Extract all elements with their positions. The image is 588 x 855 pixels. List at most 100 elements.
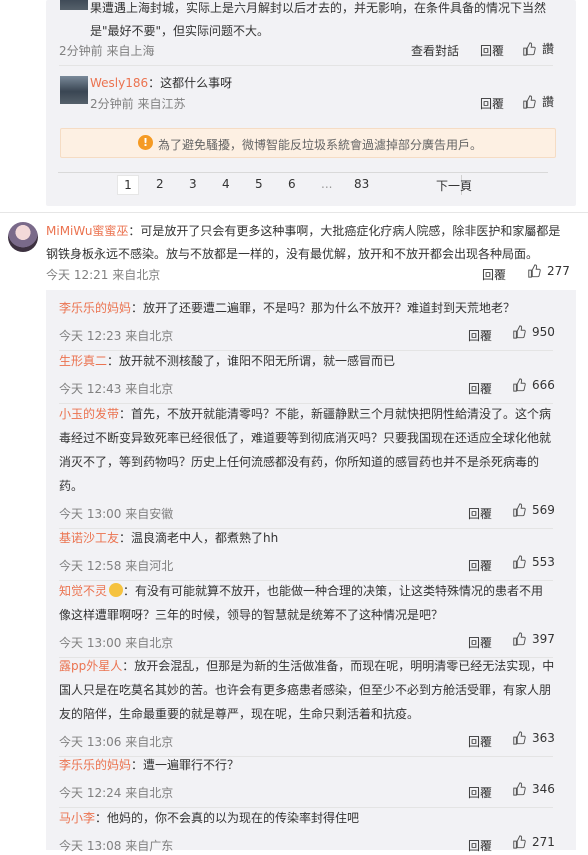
like-button[interactable]: 666 [512,378,555,392]
avatar[interactable] [8,222,38,252]
user-name-link[interactable]: MiMiWu蜜蜜巫 [46,224,128,238]
sub-reply-content: ：这都什么事呀 [148,76,233,90]
thumbs-up-icon [513,632,526,646]
reply-content: ：有没有可能就算不放开，也能做一种合理的决策，让这类特殊情况的患者不用 [123,584,544,598]
avatar[interactable] [60,0,88,10]
reply-actions: 今天 12:58 来自河北 回覆 553 [59,555,555,575]
user-name-link[interactable]: Wesly186 [90,76,148,90]
reply-button[interactable]: 回覆 [468,505,492,522]
reply-meta: 今天 13:06 来自北京 [59,735,174,749]
reply-actions: 今天 13:00 来自北京 回覆 397 [59,632,555,652]
like-button[interactable]: 950 [512,325,555,339]
user-name-link[interactable]: 知觉不灵 [59,584,107,598]
like-button[interactable]: 553 [512,555,555,569]
user-name-link[interactable]: 露pp外星人 [59,659,122,673]
reply-text: 马小李：他妈的，你不会真的以为现在的传染率封得住吧 [59,806,559,830]
notice-text: 為了避免騷擾，微博智能反垃圾系統會過濾掉部分廣告用戶。 [158,138,483,152]
reply-button[interactable]: 回覆 [468,327,492,344]
reply-content: 友的陪伴，生命最重要的就是尊严，现在呢，生命只剩活着和抗疫。 [59,707,420,721]
thumbs-up-icon [513,378,526,392]
reply-button[interactable]: 回覆 [468,557,492,574]
main-comment-line-1: MiMiWu蜜蜜巫：可是放开了只会有更多这种事啊，大批癌症化疗病人院感，除非医护… [46,222,560,239]
user-name-link[interactable]: 基诺沙工友 [59,531,119,545]
reply-text: 李乐乐的妈妈：遭一遍罪行不行？ [59,753,559,777]
reply-meta: 今天 13:00 来自北京 [59,636,174,650]
reply-text: 李乐乐的妈妈：放开了还要遭二遍罪，不是吗？那为什么不放开？难道封到天荒地老？ [59,296,559,320]
like-button[interactable]: 363 [512,731,555,745]
reply-text: 小玉的发带：首先，不放开就能清零吗？不能，新疆静默三个月就快把阴性給清没了。这个… [59,402,559,498]
reply-button[interactable]: 回覆 [468,784,492,801]
reply-content: ：放开就不测核酸了，谁阳不阳无所谓，就一感冒而已 [107,354,396,368]
like-count: 950 [532,325,555,339]
emoji-icon [109,583,124,597]
reply-actions: 今天 12:23 来自北京 回覆 950 [59,325,555,345]
page-4[interactable]: 4 [222,177,230,191]
thumbs-up-icon [513,325,526,339]
user-name-link[interactable]: 生形真二 [59,354,107,368]
thumbs-up-icon [513,731,526,745]
like-button[interactable]: 346 [512,782,555,796]
reply-text: 露pp外星人：放开会混乱，但那是为新的生活做准备，而现在呢，明明清零已经无法实现… [59,654,559,726]
reply-content: ：放开了还要遭二遍罪，不是吗？那为什么不放开？难道封到天荒地老？ [131,301,516,315]
reply-text: 基诺沙工友：温良滴老中人，都煮熟了hh [59,526,559,550]
view-dialog-link[interactable]: 查看對話 [411,42,459,59]
page-ellipsis: ... [321,177,333,191]
thumbs-up-icon [523,41,536,56]
like-label: 讚 [542,42,555,56]
thumbs-up-icon [513,782,526,796]
reply-content: 像这样遭罪啊呀？三年的时候，领导的智慧就是统筹不了这种情况是吧？ [59,608,444,622]
page-1[interactable]: 1 [117,175,139,195]
like-button[interactable]: 271 [512,835,555,849]
page-2[interactable]: 2 [156,177,164,191]
reply-button[interactable]: 回覆 [468,837,492,854]
user-name-link[interactable]: 李乐乐的妈妈 [59,301,131,315]
pagination: 1 2 3 4 5 6 ... 83 下一頁 [58,172,548,197]
like-count: 666 [532,378,555,392]
reply-meta: 今天 12:24 来自北京 [59,786,174,800]
reply-button[interactable]: 回覆 [482,266,506,283]
reply-actions: 今天 12:24 来自北京 回覆 346 [59,782,555,802]
main-comment-meta: 今天 12:21 来自北京 [46,268,161,282]
like-count: 569 [532,503,555,517]
top-comment-meta: 2分钟前 来自上海 [59,44,155,58]
like-button[interactable]: 讚 [522,40,554,57]
page-83[interactable]: 83 [354,177,369,191]
spam-filter-notice: ! 為了避免騷擾，微博智能反垃圾系統會過濾掉部分廣告用戶。 [60,128,556,158]
top-comment-text-2: 是"最好不要"，但实际问题不大。 [90,24,270,38]
reply-meta: 今天 12:43 来自北京 [59,382,174,396]
divider [0,212,588,213]
like-button[interactable]: 397 [512,632,555,646]
reply-text: 知觉不灵 ：有没有可能就算不放开，也能做一种合理的决策，让这类特殊情况的患者不用像… [59,579,559,627]
reply-meta: 今天 13:08 来自广东 [59,839,174,853]
like-button[interactable]: 277 [527,264,570,278]
like-count: 553 [532,555,555,569]
like-button[interactable]: 569 [512,503,555,517]
page-6[interactable]: 6 [288,177,296,191]
reply-button[interactable]: 回覆 [480,95,504,112]
user-name-link[interactable]: 马小李 [59,811,95,825]
reply-button[interactable]: 回覆 [480,42,504,59]
user-name-link[interactable]: 小玉的发带 [59,407,119,421]
next-page-button[interactable]: 下一頁 [436,177,472,194]
main-comment-text: ：可是放开了只会有更多这种事啊，大批癌症化疗病人院感，除非医护和家屬都是 [128,224,561,238]
page-3[interactable]: 3 [189,177,197,191]
divider [59,65,553,66]
user-name-link[interactable]: 李乐乐的妈妈 [59,758,131,772]
like-count: 363 [532,731,555,745]
main-comment-line-2: 钢铁身板永远不感染。放与不放都是一样的，没有最优解，放开和不放开都会出现各种局面… [46,247,539,261]
like-button[interactable]: 讚 [522,93,554,110]
avatar[interactable] [60,76,88,104]
reply-meta: 今天 12:58 来自河北 [59,559,174,573]
like-count: 397 [532,632,555,646]
reply-button[interactable]: 回覆 [468,380,492,397]
reply-actions: 今天 13:06 来自北京 回覆 363 [59,731,555,751]
thumbs-up-icon [513,835,526,849]
reply-text: 生形真二：放开就不测核酸了，谁阳不阳无所谓，就一感冒而已 [59,349,559,373]
thumbs-up-icon [513,555,526,569]
page-5[interactable]: 5 [255,177,263,191]
reply-button[interactable]: 回覆 [468,733,492,750]
reply-actions: 今天 12:43 来自北京 回覆 666 [59,378,555,398]
sub-reply-meta: 2分钟前 来自江苏 [90,97,186,111]
like-count: 346 [532,782,555,796]
reply-button[interactable]: 回覆 [468,634,492,651]
